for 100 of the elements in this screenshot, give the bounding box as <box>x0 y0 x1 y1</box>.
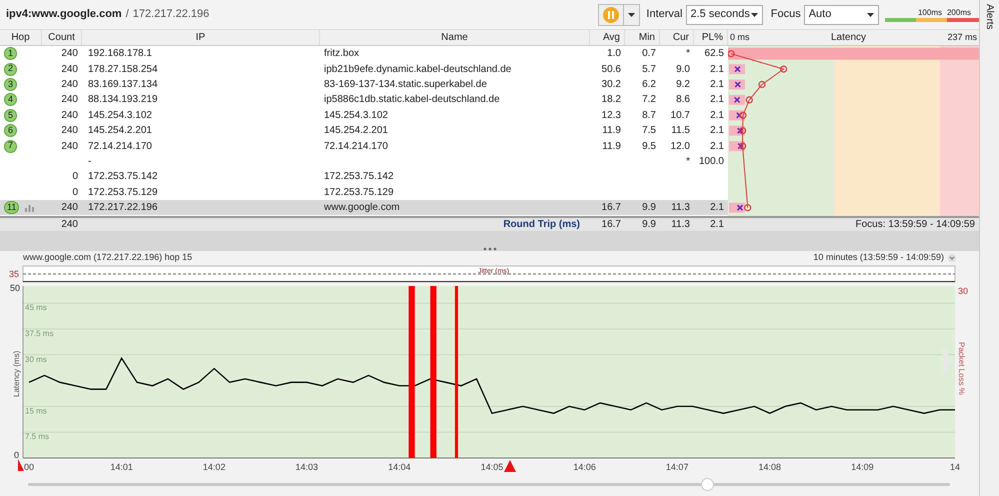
hop-badge: 3 <box>4 78 17 91</box>
focus-select[interactable]: Auto <box>804 4 879 24</box>
cur-x-icon <box>734 96 740 104</box>
name-cell-text: 172.253.75.142 <box>324 170 394 184</box>
x-axis-tick: 14:02 <box>202 462 226 472</box>
alerts-tab[interactable]: Alerts <box>982 4 997 30</box>
loss-cell-text: 2.1 <box>710 140 724 154</box>
hop-badge: 7 <box>4 140 17 153</box>
count-cell-text: 240 <box>61 47 78 62</box>
column-header[interactable]: Hop <box>0 30 42 45</box>
min-cell-text: 7.5 <box>642 124 656 138</box>
name-cell-text: fritz.box <box>324 47 360 62</box>
focus-marker-icon[interactable] <box>504 460 516 472</box>
cur-x-icon <box>736 112 743 119</box>
min-cell-text: 6.2 <box>642 78 656 92</box>
cur-x-icon <box>734 81 741 88</box>
summary-cell: 240 <box>61 219 78 230</box>
loss-axis-title: Packet Loss % <box>957 342 966 395</box>
cur-x-icon <box>737 142 744 150</box>
loss-cell-text: 100.0 <box>698 154 724 169</box>
column-header[interactable]: Cur <box>660 30 694 45</box>
avg-cell-text: 50.6 <box>602 62 621 77</box>
summary-cell: 2.1 <box>710 219 724 230</box>
column-header[interactable]: Min <box>625 30 660 45</box>
count-cell-text: 240 <box>61 124 78 138</box>
hop-badge: 1 <box>4 47 17 60</box>
latency-header: Latency <box>830 31 866 45</box>
dropdown-button[interactable] <box>624 4 640 26</box>
min-cell-text: 9.9 <box>642 201 656 216</box>
target-title: ipv4:www.google.com <box>6 7 122 22</box>
cur-x-icon <box>736 204 744 211</box>
loss-cell-text: 2.1 <box>710 201 724 216</box>
caret-icon <box>628 12 636 16</box>
avg-marker-icon <box>780 66 788 73</box>
column-header[interactable]: Avg <box>590 30 625 45</box>
cur-cell-text: 9.2 <box>676 78 690 92</box>
focus-marker-icon[interactable] <box>18 459 24 471</box>
chevron-icon[interactable] <box>948 254 956 262</box>
avg-cell-text: 1.0 <box>607 47 621 62</box>
y-axis-tick: 50 <box>10 283 20 293</box>
column-header[interactable]: Name <box>320 30 590 45</box>
ip-cell-text: 83.169.137.134 <box>88 78 158 92</box>
caret-icon <box>750 12 758 16</box>
hop-badge: 4 <box>4 93 17 106</box>
hop-badge: 6 <box>4 124 17 138</box>
y-axis-title: Latency (ms) <box>12 350 21 397</box>
summary-cell: 11.3 <box>671 219 690 230</box>
cur-cell-text: 10.7 <box>670 108 690 123</box>
count-cell-text: 240 <box>61 78 78 92</box>
cur-cell-text: 11.5 <box>671 124 690 138</box>
avg-marker-icon <box>739 142 746 150</box>
cur-cell-text: * <box>686 47 690 62</box>
summary-cell: 16.7 <box>602 219 621 230</box>
x-axis-tick: 14:06 <box>573 462 596 472</box>
slider-thumb[interactable] <box>700 478 714 490</box>
ip-cell-text: 72.14.214.170 <box>88 140 152 154</box>
grid-label: 7.5 ms <box>25 432 50 442</box>
avg-marker-icon <box>746 96 753 104</box>
column-header[interactable]: IP <box>82 30 320 45</box>
loss-axis-max: 30 <box>958 286 968 296</box>
summary-cell: 9.9 <box>642 219 656 230</box>
min-cell-text: 9.5 <box>642 140 656 154</box>
latency-max-label: 237 ms <box>947 30 977 44</box>
min-cell-text: 7.2 <box>642 93 656 108</box>
x-axis-tick: 14:03 <box>296 462 318 472</box>
legend-label: 100ms <box>918 8 942 18</box>
pause-icon <box>603 6 620 22</box>
interval-select[interactable]: 2.5 seconds <box>686 4 763 24</box>
avg-cell-text: 11.9 <box>602 140 621 154</box>
name-cell-text: www.google.com <box>324 201 400 216</box>
graph-title: www.google.com (172.217.22.196) hop 15 <box>23 251 192 264</box>
y-axis-tick: 0 <box>14 450 20 460</box>
count-cell-text: 240 <box>61 108 78 123</box>
target-ip: 172.217.22.196 <box>132 7 210 22</box>
cur-cell-text: 9.0 <box>676 62 690 77</box>
min-cell-text: 0.7 <box>642 47 656 62</box>
timeline-slider[interactable] <box>28 478 950 490</box>
avg-cell-text: 12.3 <box>602 108 621 123</box>
name-cell-text: ipb21b9efe.dynamic.kabel-deutschland.de <box>324 62 512 77</box>
loss-cell-text: 62.5 <box>704 47 724 62</box>
column-header[interactable]: Count <box>42 30 82 45</box>
ip-cell-text: - <box>88 154 92 169</box>
ip-cell-text: 172.217.22.196 <box>88 201 158 216</box>
avg-marker-icon <box>758 80 766 88</box>
count-cell-text: 240 <box>61 62 78 77</box>
selected-row[interactable]: 11 240 172.217.22.196 www.google.com 16.7 9.9 11.3 2.1 <box>0 200 728 216</box>
avg-cell-text: 11.9 <box>602 124 621 138</box>
ip-cell-text: 172.253.75.129 <box>88 186 158 200</box>
splitter-handle-icon[interactable] <box>482 247 496 251</box>
grid-label: 45 ms <box>25 303 47 312</box>
x-axis-tick: 14:05 <box>480 462 504 472</box>
avg-marker-icon <box>739 127 746 134</box>
hop-badge: 5 <box>4 108 17 122</box>
cur-cell-text: 8.6 <box>676 93 690 108</box>
legend-label: 200ms <box>946 8 971 18</box>
separator-text: / <box>126 7 129 22</box>
round-trip-label: Round Trip (ms) <box>503 219 580 230</box>
ip-cell-text: 88.134.193.219 <box>88 93 158 108</box>
loss-cell-text: 2.1 <box>710 62 724 77</box>
time-range-label: 10 minutes (13:59:59 - 14:09:59) <box>813 251 944 264</box>
